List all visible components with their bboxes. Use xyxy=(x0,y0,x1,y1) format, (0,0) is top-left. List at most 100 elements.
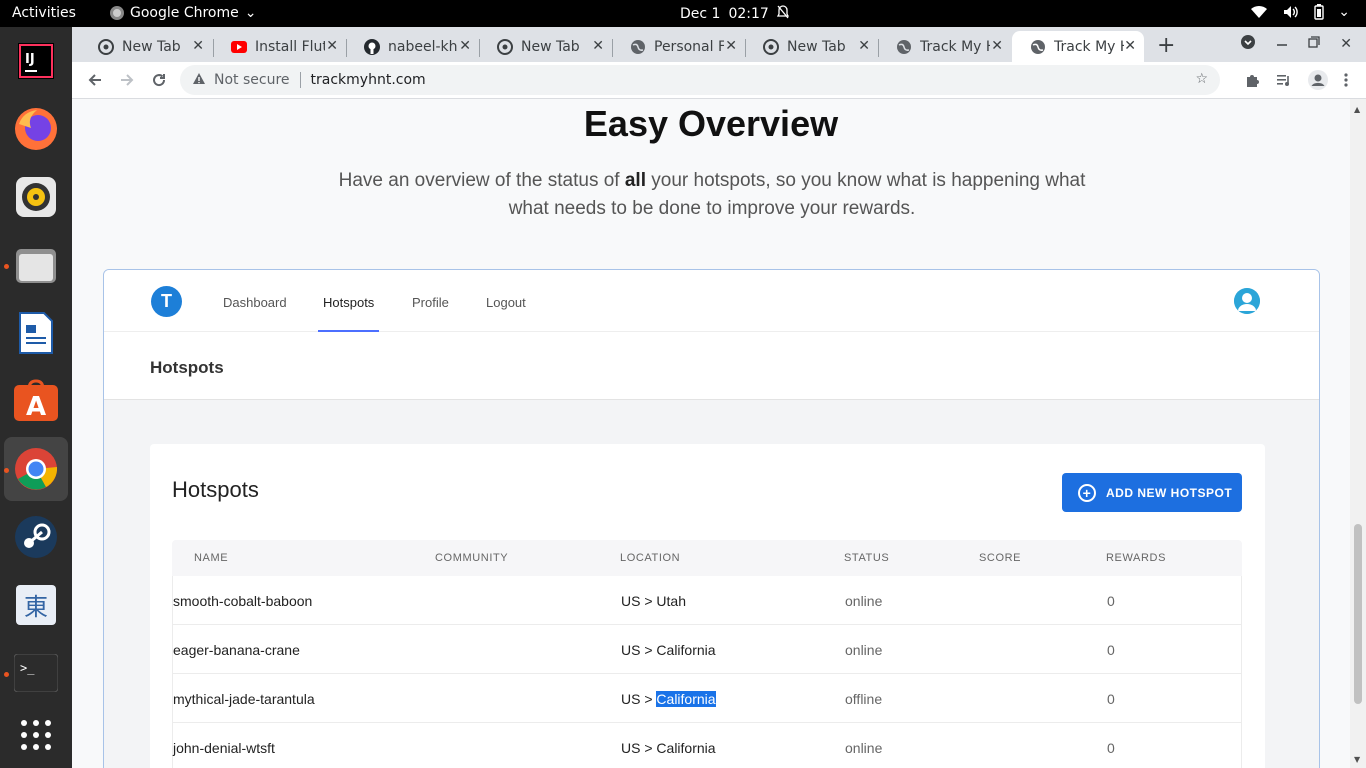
firefox-icon[interactable] xyxy=(4,97,68,161)
cell-rewards: 0 xyxy=(1107,593,1115,609)
close-icon[interactable]: ✕ xyxy=(725,38,737,54)
minimize-button[interactable] xyxy=(1276,36,1288,52)
input-method-icon[interactable]: 東 xyxy=(4,573,68,637)
chrome-icon xyxy=(497,38,513,55)
tab-3[interactable]: nabeel-kh ✕ xyxy=(346,31,479,62)
app-menu[interactable]: Google Chrome ⌄ xyxy=(110,5,256,21)
tab-strip: New Tab ✕ Install Flut ✕ nabeel-kh ✕ New… xyxy=(72,27,1366,62)
tab-2[interactable]: Install Flut ✕ xyxy=(213,31,346,62)
clock-time: 02:17 xyxy=(728,6,769,22)
reload-button[interactable] xyxy=(148,69,170,91)
app-page-title: Hotspots xyxy=(150,358,224,377)
page-viewport: Easy Overview Have an overview of the st… xyxy=(72,99,1350,768)
steam-icon[interactable] xyxy=(4,505,68,569)
chrome-icon[interactable] xyxy=(4,437,68,501)
nav-profile[interactable]: Profile xyxy=(412,295,449,310)
svg-text:IJ: IJ xyxy=(25,52,35,67)
close-icon[interactable]: ✕ xyxy=(459,38,471,54)
column-location[interactable]: LOCATION xyxy=(620,552,680,564)
volume-icon xyxy=(1282,5,1300,19)
close-icon[interactable]: ✕ xyxy=(326,38,338,54)
clock[interactable]: Dec 1 02:17 xyxy=(680,5,789,23)
scrollbar-thumb[interactable] xyxy=(1354,524,1362,704)
cell-status: online xyxy=(845,593,883,609)
svg-text:A: A xyxy=(26,392,46,422)
activities-button[interactable]: Activities xyxy=(12,5,76,21)
tab-search-icon[interactable] xyxy=(1240,34,1256,54)
libreoffice-writer-icon[interactable] xyxy=(4,301,68,365)
close-icon[interactable]: ✕ xyxy=(1124,38,1136,54)
description-text: Have an overview of the status of xyxy=(338,170,625,191)
back-button[interactable] xyxy=(84,69,106,91)
tab-1[interactable]: New Tab ✕ xyxy=(80,31,212,62)
page-scrollbar[interactable]: ▲ ▼ xyxy=(1350,99,1366,768)
bookmark-star-icon[interactable]: ☆ xyxy=(1195,71,1208,87)
scroll-down-arrow-icon[interactable]: ▼ xyxy=(1354,755,1360,764)
restore-button[interactable] xyxy=(1308,36,1320,52)
profile-avatar-icon[interactable] xyxy=(1308,70,1328,94)
table-row[interactable]: smooth-cobalt-baboon US > Utah online 0 xyxy=(172,576,1242,625)
intellij-icon[interactable]: IJ xyxy=(4,29,68,93)
location-separator: > xyxy=(640,740,657,756)
close-icon[interactable]: ✕ xyxy=(592,38,604,54)
media-queue-icon[interactable] xyxy=(1276,72,1292,92)
warning-icon[interactable] xyxy=(192,72,206,89)
nav-hotspots[interactable]: Hotspots xyxy=(323,295,374,310)
cell-location: US > California xyxy=(621,642,716,658)
description-emphasis: all xyxy=(624,170,646,191)
location-region: California xyxy=(656,740,716,756)
table-row[interactable]: mythical-jade-tarantula US > California … xyxy=(172,674,1242,723)
url-text[interactable]: trackmyhnt.com xyxy=(311,72,426,88)
column-status[interactable]: STATUS xyxy=(844,552,889,564)
system-top-bar: Activities Google Chrome ⌄ Dec 1 02:17 ⌄ xyxy=(0,0,1366,27)
more-menu-icon[interactable] xyxy=(1344,72,1348,92)
chrome-icon xyxy=(763,38,779,55)
notifications-off-icon xyxy=(776,5,789,23)
close-icon[interactable]: ✕ xyxy=(858,38,870,54)
column-score[interactable]: SCORE xyxy=(979,552,1021,564)
tab-6[interactable]: New Tab ✕ xyxy=(745,31,878,62)
forward-button[interactable] xyxy=(116,69,138,91)
security-label[interactable]: Not secure xyxy=(214,72,290,88)
user-avatar-icon[interactable] xyxy=(1234,288,1260,314)
add-circle-icon: + xyxy=(1078,483,1096,502)
table-row[interactable]: eager-banana-crane US > California onlin… xyxy=(172,625,1242,674)
extensions-puzzle-icon[interactable] xyxy=(1244,72,1260,92)
divider xyxy=(299,72,301,88)
address-bar[interactable]: Not secure trackmyhnt.com ☆ xyxy=(180,65,1220,95)
new-tab-button[interactable]: + xyxy=(1157,33,1175,58)
close-window-button[interactable]: ✕ xyxy=(1340,36,1352,52)
location-country: US xyxy=(621,691,641,707)
terminal-icon[interactable]: >_ xyxy=(4,641,68,705)
add-new-hotspot-button[interactable]: + ADD NEW HOTSPOT xyxy=(1062,473,1242,512)
cell-rewards: 0 xyxy=(1107,691,1115,707)
close-icon[interactable]: ✕ xyxy=(192,38,204,54)
location-separator: > xyxy=(640,691,657,707)
wifi-icon xyxy=(1250,5,1268,19)
tab-4[interactable]: New Tab ✕ xyxy=(479,31,612,62)
location-separator: > xyxy=(640,593,657,609)
column-community[interactable]: COMMUNITY xyxy=(435,552,508,564)
extensions-area xyxy=(1244,70,1348,94)
app-menu-label: Google Chrome xyxy=(130,5,239,21)
tab-title: nabeel-kh xyxy=(388,38,458,55)
location-region-selected: California xyxy=(656,691,716,707)
app-logo[interactable]: T xyxy=(151,286,182,317)
rhythmbox-icon[interactable] xyxy=(4,165,68,229)
files-icon[interactable] xyxy=(4,233,68,297)
column-name[interactable]: NAME xyxy=(194,552,228,564)
table-row[interactable]: john-denial-wtsft US > California online… xyxy=(172,723,1242,768)
column-rewards[interactable]: REWARDS xyxy=(1106,552,1166,564)
close-icon[interactable]: ✕ xyxy=(991,38,1003,54)
show-apps-icon[interactable] xyxy=(4,703,68,767)
nav-logout[interactable]: Logout xyxy=(486,295,526,310)
software-center-icon[interactable]: A xyxy=(4,369,68,433)
nav-dashboard[interactable]: Dashboard xyxy=(223,295,287,310)
scroll-up-arrow-icon[interactable]: ▲ xyxy=(1354,105,1360,114)
tab-8-active[interactable]: Track My H ✕ xyxy=(1012,31,1144,62)
svg-text:東: 東 xyxy=(24,593,48,621)
tab-5[interactable]: Personal F ✕ xyxy=(612,31,745,62)
system-tray[interactable]: ⌄ xyxy=(1250,4,1350,20)
battery-icon xyxy=(1314,4,1324,20)
tab-7[interactable]: Track My H ✕ xyxy=(878,31,1011,62)
